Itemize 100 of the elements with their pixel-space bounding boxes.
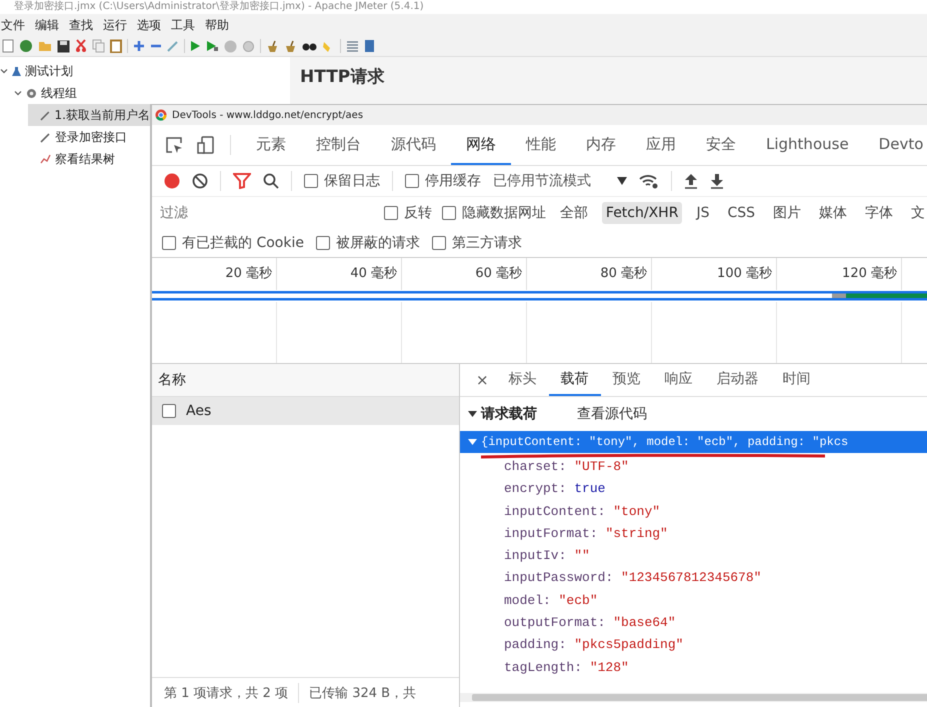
filter-chip[interactable]: 文 — [907, 201, 927, 225]
tree-item[interactable]: 测试计划 — [0, 60, 150, 82]
menu-item[interactable]: 查找 — [68, 16, 94, 34]
chevron-icon[interactable] — [0, 67, 8, 75]
view-source-link[interactable]: 查看源代码 — [571, 404, 653, 424]
payload-property: inputFormat: "string" — [504, 524, 669, 543]
chevron-icon[interactable] — [14, 89, 22, 97]
status-text: 第 1 项请求，共 2 项 — [164, 685, 288, 702]
checkbox[interactable]: 保留日志 — [304, 172, 380, 190]
tab[interactable]: 标头 — [496, 364, 549, 396]
wifi-icon[interactable] — [639, 173, 659, 189]
tab[interactable]: 控制台 — [301, 125, 376, 165]
tab[interactable]: Devto — [864, 125, 927, 165]
download-icon[interactable] — [710, 173, 724, 189]
upload-icon[interactable] — [684, 173, 698, 189]
tab[interactable]: 安全 — [691, 125, 751, 165]
tab[interactable]: 时间 — [770, 364, 823, 396]
throttle-select[interactable]: 已停用节流模式 — [493, 172, 591, 190]
new-file-icon[interactable] — [2, 39, 14, 53]
tab[interactable]: 网络 — [451, 125, 511, 165]
tab[interactable]: Lighthouse — [751, 125, 864, 165]
save-icon[interactable] — [57, 40, 70, 52]
payload-property: inputPassword: "1234567812345678" — [504, 569, 762, 588]
status-text: 已传输 324 B，共 — [309, 685, 416, 702]
inspect-icon[interactable] — [164, 135, 184, 155]
checkbox[interactable]: 停用缓存 — [405, 172, 481, 190]
menu-item[interactable]: 选项 — [136, 16, 162, 34]
menu-item[interactable]: 编辑 — [34, 16, 60, 34]
scissors-icon[interactable] — [75, 39, 87, 53]
payload-property: charset: "UTF-8" — [504, 458, 630, 476]
gear-icon — [26, 88, 37, 98]
window-title: 登录加密接口.jmx (C:\Users\Administrator\登录加密接口.jmx) - Apache JMeter (5.4.1) — [13, 0, 425, 14]
payload-property: padding: "pkcs5padding" — [504, 636, 684, 654]
menu-item[interactable]: 文件 — [0, 16, 26, 34]
scroll-bar[interactable] — [460, 693, 927, 702]
filter-chip[interactable]: 媒体 — [815, 201, 852, 225]
dropdown-icon[interactable] — [617, 177, 627, 185]
pen-icon — [40, 110, 51, 120]
filter-chip[interactable]: JS — [692, 202, 714, 224]
tab[interactable]: 源代码 — [376, 125, 451, 165]
panel-title: HTTP请求 — [300, 66, 386, 88]
filter-chip[interactable]: Fetch/XHR — [602, 202, 682, 224]
clipboard-icon[interactable] — [110, 39, 122, 53]
checkbox[interactable]: 隐藏数据网址 — [442, 204, 546, 222]
section-title: 请求载荷 — [481, 405, 537, 423]
menu-item[interactable]: 运行 — [102, 16, 128, 34]
tab[interactable]: 应用 — [631, 125, 691, 165]
tree-item[interactable]: 察看结果树 — [28, 148, 150, 170]
filter-chip[interactable]: 全部 — [556, 201, 592, 225]
book-icon[interactable] — [364, 39, 375, 53]
checkbox[interactable]: 第三方请求 — [432, 234, 522, 252]
chart-icon — [40, 154, 51, 164]
time-tick: 60 毫秒 — [402, 258, 527, 290]
binoculars-icon[interactable] — [302, 40, 317, 52]
play-icon[interactable] — [190, 40, 201, 52]
close-button[interactable]: × — [468, 371, 497, 389]
checkbox[interactable]: 被屏蔽的请求 — [316, 234, 420, 252]
request-row[interactable]: Aes — [152, 397, 459, 425]
time-tick: 100 毫秒 — [652, 258, 777, 290]
device-icon[interactable] — [196, 135, 216, 155]
payload-property: encrypt: true — [504, 480, 606, 498]
tree-item[interactable]: 1.获取当前用户名 — [28, 104, 150, 126]
time-tick: 120 毫秒 — [777, 258, 902, 290]
window-title: DevTools - www.lddgo.net/encrypt/aes — [172, 110, 364, 120]
tab[interactable]: 响应 — [652, 364, 705, 396]
payload-property: inputContent: "tony" — [504, 502, 662, 521]
clear-icon[interactable] — [192, 173, 208, 189]
payload-property: inputIv: "" — [504, 547, 591, 566]
chrome-icon — [155, 109, 167, 121]
funnel-icon[interactable] — [233, 173, 251, 189]
flask-icon — [12, 66, 21, 76]
payload-summary[interactable]: {inputContent: "tony", model: "ecb", padding: "pkcs — [460, 431, 927, 453]
checkbox[interactable]: 有已拦截的 Cookie — [162, 234, 304, 252]
menu-item[interactable]: 帮助 — [204, 16, 230, 34]
checkbox[interactable]: 反转 — [384, 204, 432, 222]
tab[interactable]: 预览 — [600, 364, 653, 396]
time-tick: 40 毫秒 — [277, 258, 402, 290]
tree-item[interactable]: 登录加密接口 — [28, 126, 150, 148]
tab[interactable]: 载荷 — [548, 364, 601, 396]
filter-chip[interactable]: 字体 — [861, 201, 898, 225]
pen-icon — [40, 132, 51, 142]
play-icon[interactable] — [206, 40, 219, 52]
column-header: 名称 — [152, 364, 459, 397]
tree-item[interactable]: 线程组 — [14, 82, 150, 104]
time-tick: 80 毫秒 — [527, 258, 652, 290]
tab[interactable]: 内存 — [571, 125, 631, 165]
payload-property: model: "ecb" — [504, 592, 599, 610]
tab[interactable]: 启动器 — [704, 364, 771, 396]
plus-icon[interactable] — [133, 40, 145, 52]
filter-chip[interactable]: CSS — [723, 202, 760, 224]
time-tick: 20 毫秒 — [152, 258, 277, 290]
list-icon[interactable] — [346, 40, 359, 52]
payload-property: outputFormat: "base64" — [504, 614, 677, 632]
tab[interactable]: 性能 — [511, 125, 571, 165]
menu-item[interactable]: 工具 — [170, 16, 196, 34]
tab[interactable]: 元素 — [241, 125, 301, 165]
record-icon[interactable] — [164, 173, 180, 189]
search-icon[interactable] — [263, 173, 279, 189]
triangle-icon[interactable] — [468, 410, 477, 418]
filter-chip[interactable]: 图片 — [769, 201, 806, 225]
